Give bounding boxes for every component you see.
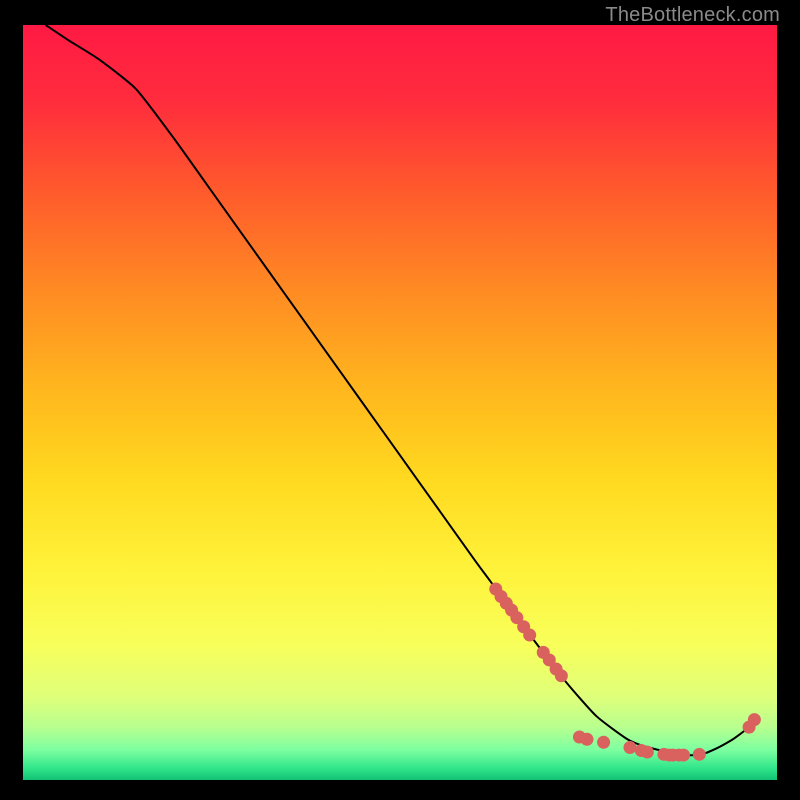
data-marker: [580, 733, 593, 746]
plot-background: [23, 25, 777, 780]
data-marker: [597, 736, 610, 749]
data-marker: [641, 746, 654, 759]
watermark-label: TheBottleneck.com: [605, 4, 780, 27]
data-marker: [555, 669, 568, 682]
bottleneck-chart: [0, 0, 800, 800]
data-marker: [748, 713, 761, 726]
data-marker: [623, 741, 636, 754]
data-marker: [677, 749, 690, 762]
data-marker: [523, 629, 536, 642]
data-marker: [693, 748, 706, 761]
